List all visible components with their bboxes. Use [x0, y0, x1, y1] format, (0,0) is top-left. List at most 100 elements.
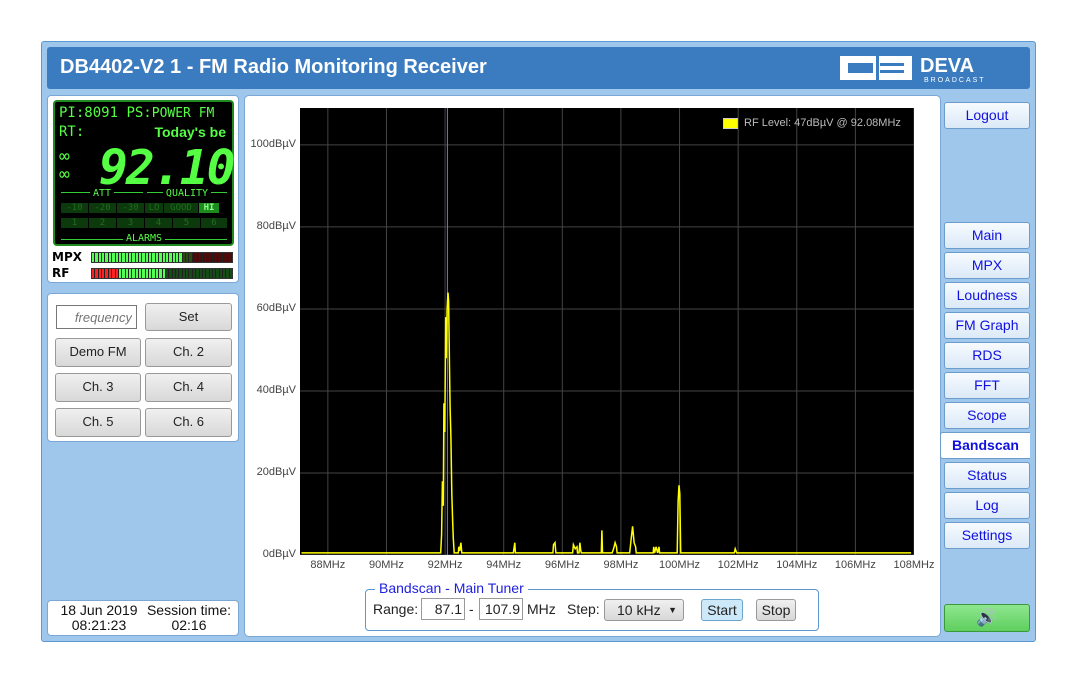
meter-segment: [146, 253, 148, 262]
preset-ch-5[interactable]: Ch. 5: [55, 408, 141, 437]
meter-segment: [99, 269, 101, 278]
set-button[interactable]: Set: [145, 303, 232, 331]
meter-segment: [200, 269, 202, 278]
rf-meter: [91, 268, 233, 279]
mpx-label: MPX: [52, 250, 82, 264]
meter-segment: [166, 269, 168, 278]
meter-segment: [176, 269, 178, 278]
start-button[interactable]: Start: [701, 599, 743, 621]
alarms-row: 1 2 3 4 5 6: [61, 218, 227, 228]
meter-segment: [216, 269, 218, 278]
meter-segment: [105, 253, 107, 262]
pi-ps-row: PI:8091 PS:POWER FM: [59, 105, 214, 121]
meter-segment: [122, 269, 124, 278]
range-label: Range:: [373, 601, 418, 617]
y-tick-label: 80dBµV: [257, 220, 296, 232]
nav-scope[interactable]: Scope: [944, 402, 1030, 429]
range-dash: -: [469, 601, 474, 617]
date-time: 18 Jun 201908:21:23: [56, 603, 142, 633]
ps-value: POWER FM: [152, 106, 215, 121]
nav-loudness[interactable]: Loudness: [944, 282, 1030, 309]
preset-ch-3[interactable]: Ch. 3: [55, 373, 141, 402]
meter-segment: [210, 269, 212, 278]
meter-segment: [196, 269, 198, 278]
meter-segment: [193, 269, 195, 278]
meter-segment: [139, 253, 141, 262]
range-from-input[interactable]: 87.1: [421, 598, 465, 620]
frequency-input[interactable]: [56, 305, 137, 329]
x-tick-label: 88MHz: [310, 559, 345, 571]
nav-settings[interactable]: Settings: [944, 522, 1030, 549]
meter-segment: [156, 269, 158, 278]
meter-segment: [136, 253, 138, 262]
meter-segment: [183, 269, 185, 278]
preset-ch-6[interactable]: Ch. 6: [145, 408, 232, 437]
alarm-1: 1: [61, 218, 88, 228]
nav-fm-graph[interactable]: FM Graph: [944, 312, 1030, 339]
meter-segment: [116, 269, 118, 278]
unit-label: MHz: [527, 601, 556, 617]
meter-segment: [129, 269, 131, 278]
preset-ch-4[interactable]: Ch. 4: [145, 373, 232, 402]
step-label: Step:: [567, 601, 600, 617]
nav-fft[interactable]: FFT: [944, 372, 1030, 399]
nav-main[interactable]: Main: [944, 222, 1030, 249]
svg-text:BROADCAST: BROADCAST: [924, 77, 986, 84]
meter-segment: [176, 253, 178, 262]
meter-segment: [206, 269, 208, 278]
meter-segment: [129, 253, 131, 262]
y-tick-label: 100dBµV: [251, 138, 296, 150]
preset-demo-fm[interactable]: Demo FM: [55, 338, 141, 367]
chart-legend: RF Level: 47dBµV @ 92.08MHz: [723, 117, 901, 129]
bandscan-chart: [300, 108, 914, 555]
meter-segment: [223, 269, 225, 278]
meter-segment: [186, 253, 188, 262]
chevron-down-icon: ▼: [668, 600, 677, 620]
x-tick-label: 96MHz: [545, 559, 580, 571]
fieldset-legend: Bandscan - Main Tuner: [375, 580, 528, 596]
logout-button[interactable]: Logout: [944, 102, 1030, 129]
nav-rds[interactable]: RDS: [944, 342, 1030, 369]
meter-segment: [99, 253, 101, 262]
meter-segment: [183, 253, 185, 262]
x-tick-label: 102MHz: [718, 559, 759, 571]
range-to-input[interactable]: 107.9: [479, 598, 523, 620]
y-tick-label: 60dBµV: [257, 302, 296, 314]
alarms-header: ALARMS: [61, 238, 227, 240]
meter-segment: [206, 253, 208, 262]
meter-segment: [95, 253, 97, 262]
meter-segment: [163, 269, 165, 278]
x-tick-label: 98MHz: [603, 559, 638, 571]
step-select[interactable]: 10 kHz▼: [604, 599, 684, 621]
alarm-6: 6: [201, 218, 227, 228]
nav-log[interactable]: Log: [944, 492, 1030, 519]
alarm-3: 3: [117, 218, 144, 228]
y-tick-label: 40dBµV: [257, 384, 296, 396]
ps-label: PS:: [126, 105, 151, 121]
meter-segment: [149, 269, 151, 278]
nav-mpx[interactable]: MPX: [944, 252, 1030, 279]
preset-ch-2[interactable]: Ch. 2: [145, 338, 232, 367]
meter-segment: [189, 253, 191, 262]
sound-button[interactable]: 🔊: [944, 604, 1030, 632]
quality-lo: LO: [145, 203, 163, 213]
stop-button[interactable]: Stop: [756, 599, 796, 621]
att-header: ATT: [61, 192, 143, 194]
meter-segment: [149, 253, 151, 262]
meter-segment: [152, 253, 154, 262]
x-tick-label: 108MHz: [894, 559, 935, 571]
meter-segment: [142, 269, 144, 278]
meter-segment: [230, 253, 232, 262]
meter-segment: [230, 269, 232, 278]
header: DB4402-V2 1 - FM Radio Monitoring Receiv…: [47, 47, 1030, 89]
nav-status[interactable]: Status: [944, 462, 1030, 489]
meter-segment: [102, 269, 104, 278]
nav-bandscan[interactable]: Bandscan: [940, 432, 1030, 459]
meter-segment: [136, 269, 138, 278]
x-tick-label: 94MHz: [486, 559, 521, 571]
page-title: DB4402-V2 1 - FM Radio Monitoring Receiv…: [60, 56, 487, 79]
svg-text:DEVA: DEVA: [920, 55, 974, 77]
meter-segment: [95, 269, 97, 278]
meter-segment: [132, 253, 134, 262]
quality-hi: HI: [199, 203, 219, 213]
